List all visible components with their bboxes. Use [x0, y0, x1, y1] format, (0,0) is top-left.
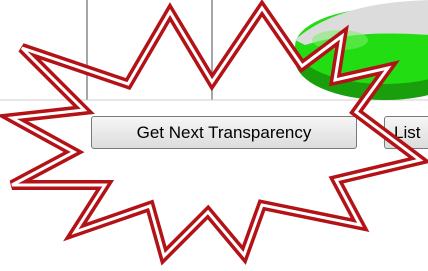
get-next-transparency-button[interactable]: Get Next Transparency: [91, 116, 357, 149]
list-button[interactable]: List: [384, 116, 428, 149]
pie-chart-fragment: [295, 0, 428, 100]
